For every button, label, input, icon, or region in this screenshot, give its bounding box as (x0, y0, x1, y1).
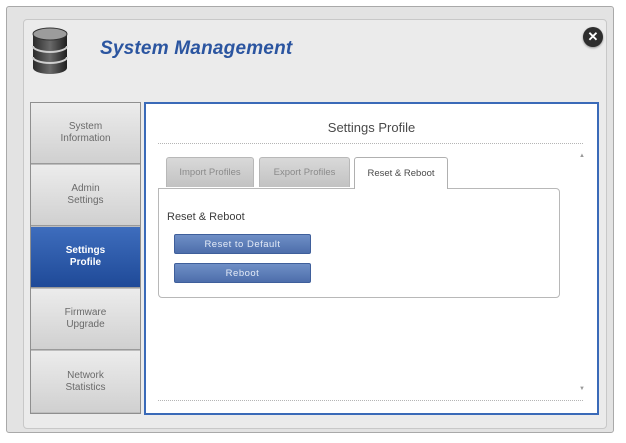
divider (158, 400, 583, 401)
sidebar-item-label: Firmware Upgrade (64, 307, 107, 330)
scroll-down-icon[interactable]: ▼ (578, 385, 586, 393)
tab-export-profiles[interactable]: Export Profiles (259, 157, 350, 187)
close-icon: ✕ (587, 29, 599, 44)
scroll-up-icon[interactable]: ▲ (578, 152, 586, 160)
tab-label: Export Profiles (273, 167, 336, 178)
sidebar-nav: System Information Admin Settings Settin… (30, 102, 141, 414)
sidebar-item-settings-profile[interactable]: Settings Profile (31, 227, 140, 288)
reset-to-default-button[interactable]: Reset to Default (174, 234, 311, 254)
page-title: System Management (100, 38, 293, 59)
tab-import-profiles[interactable]: Import Profiles (166, 157, 254, 187)
sidebar-item-label: System Information (60, 121, 111, 144)
sidebar-item-label: Settings Profile (65, 245, 106, 268)
sidebar-item-label: Network Statistics (65, 369, 106, 393)
tab-reset-reboot[interactable]: Reset & Reboot (354, 157, 448, 189)
sidebar-item-network-statistics[interactable]: Network Statistics (31, 351, 140, 412)
reboot-button[interactable]: Reboot (174, 263, 311, 283)
tab-label: Reset & Reboot (367, 168, 435, 179)
sidebar-item-system-information[interactable]: System Information (31, 103, 140, 164)
sidebar-item-firmware-upgrade[interactable]: Firmware Upgrade (31, 289, 140, 350)
panel-heading: Reset & Reboot (167, 211, 245, 223)
section-title: Settings Profile (327, 120, 416, 135)
close-button[interactable]: ✕ (583, 27, 603, 47)
tab-label: Import Profiles (179, 167, 241, 178)
divider (158, 143, 583, 144)
settings-profile-content: Settings Profile ▲ Import Profiles Expor… (144, 102, 599, 415)
reset-reboot-panel: Reset & Reboot Reset to Default Reboot (158, 188, 560, 298)
sidebar-item-label: Admin Settings (67, 183, 104, 206)
database-icon (32, 27, 68, 74)
sidebar-item-admin-settings[interactable]: Admin Settings (31, 165, 140, 226)
